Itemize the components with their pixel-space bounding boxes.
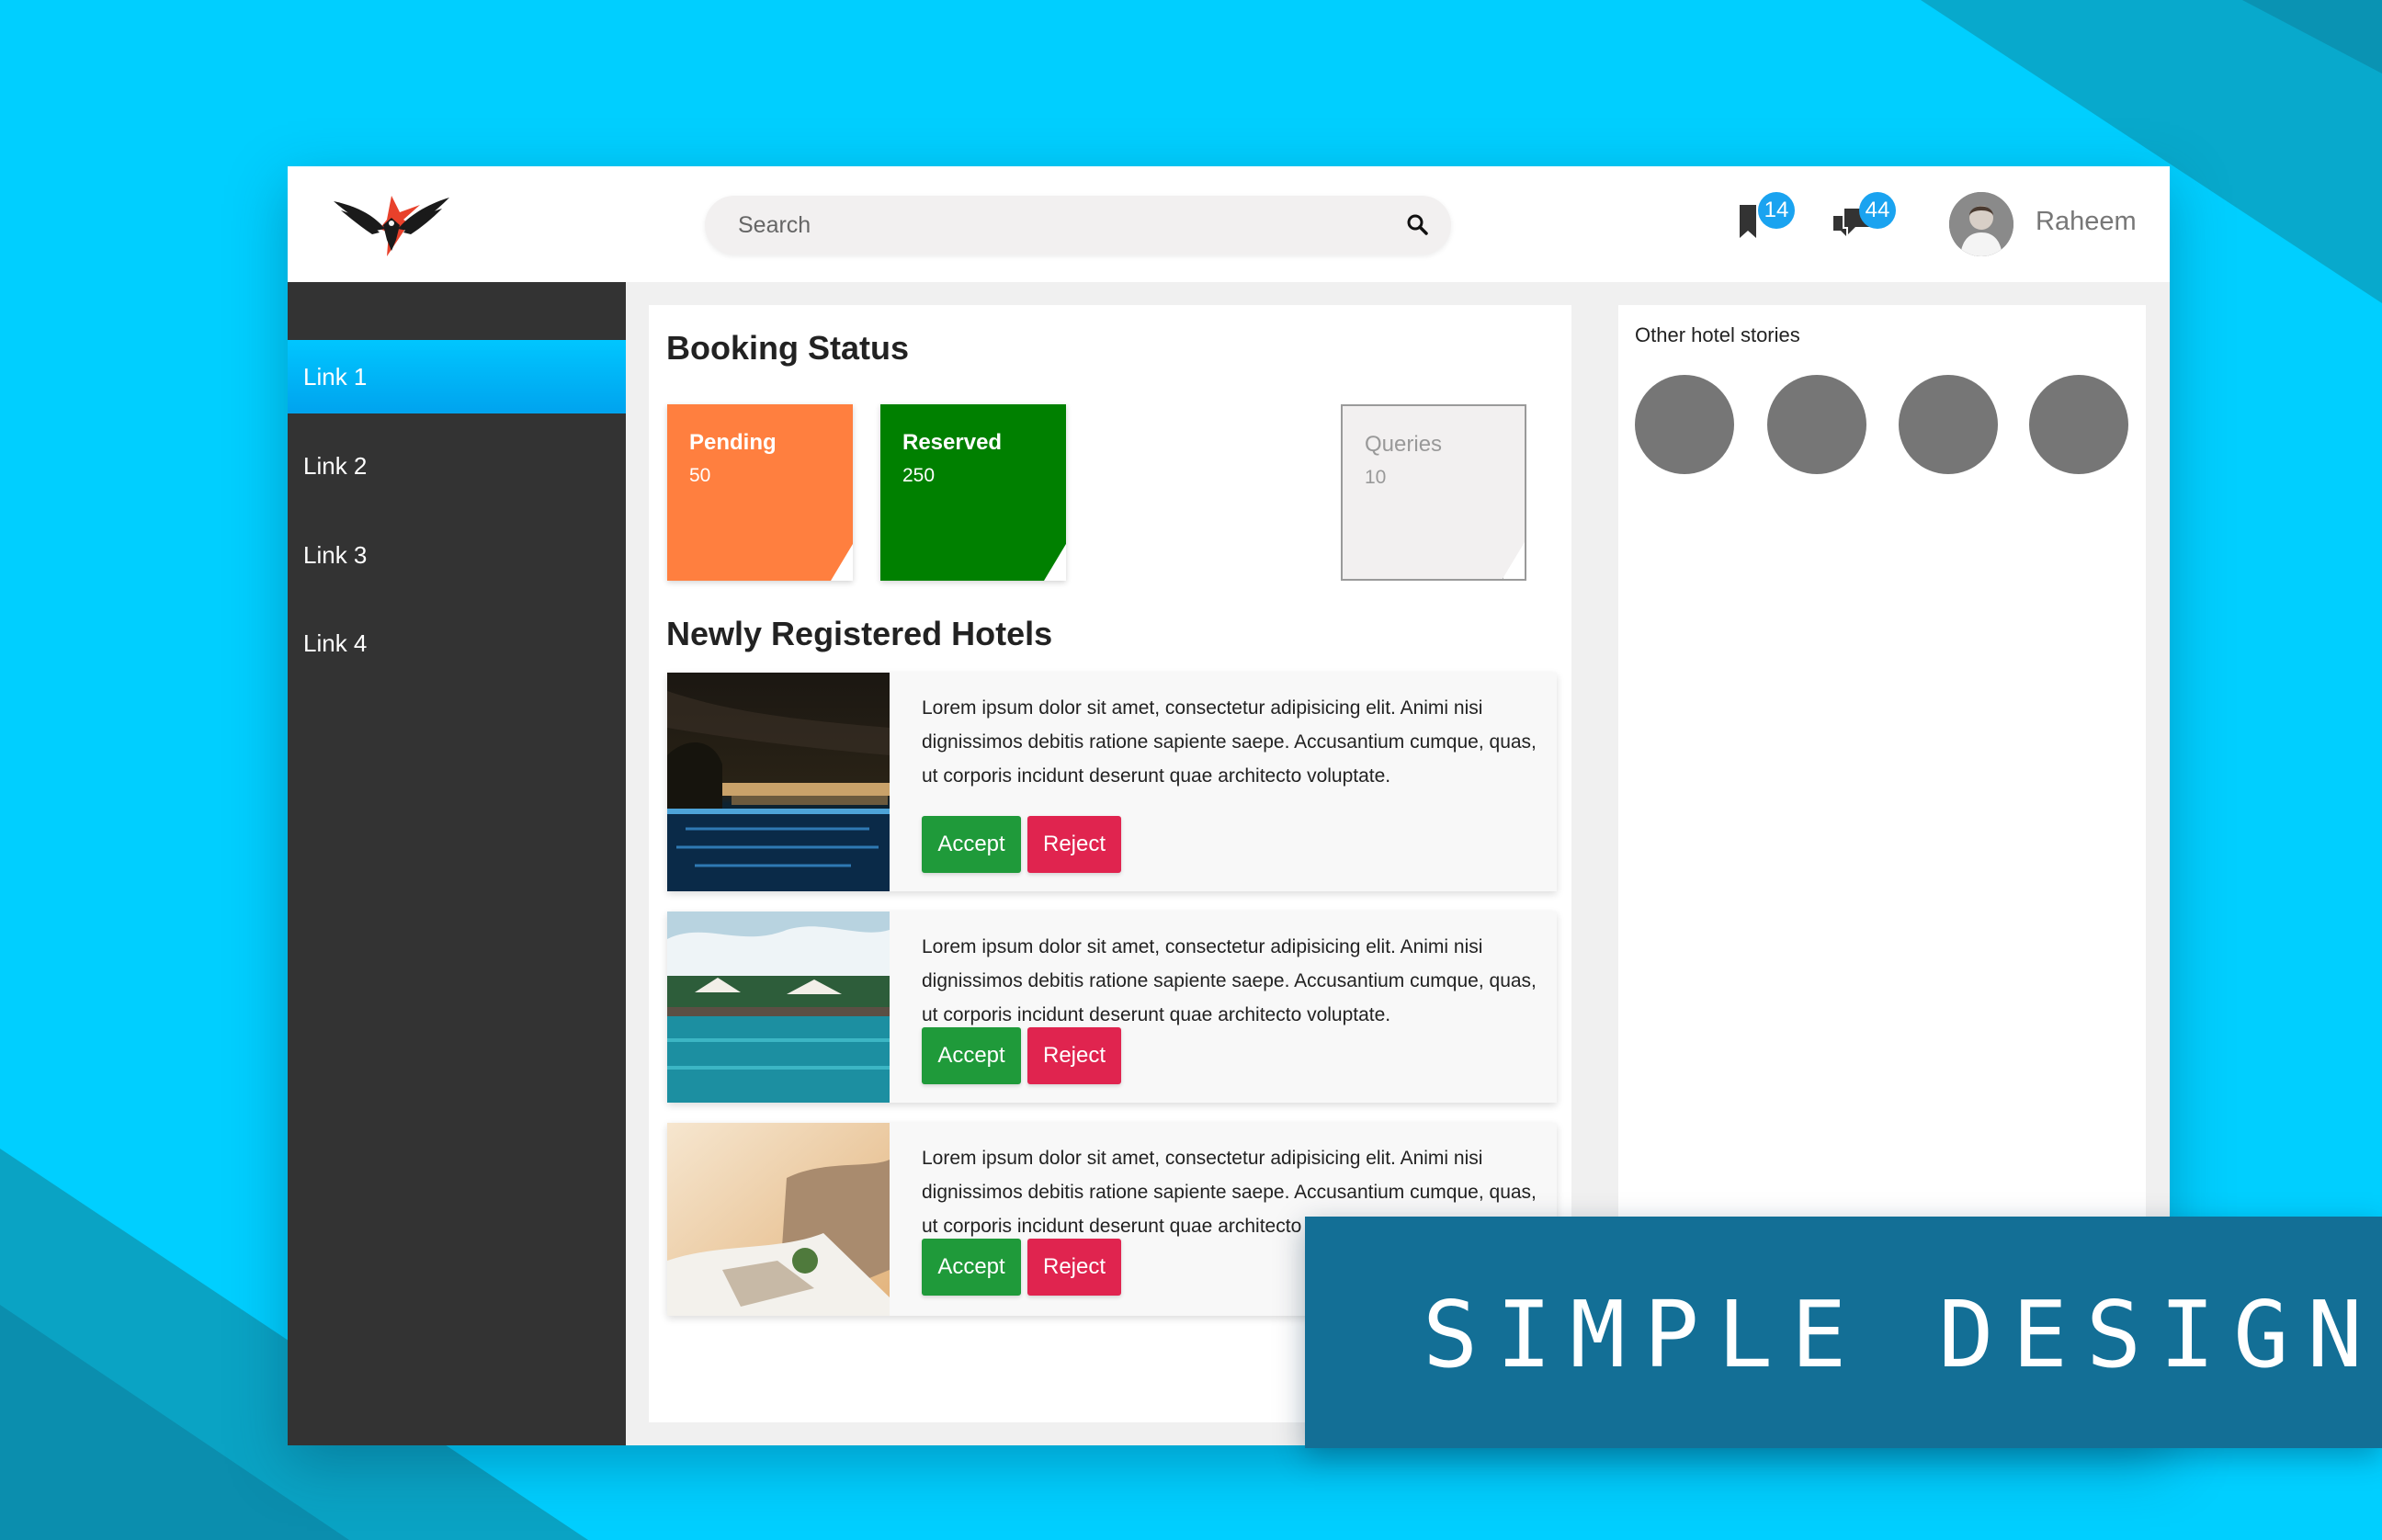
card-value: 10 [1365,467,1387,488]
story-avatar[interactable] [1635,375,1734,474]
pending-card[interactable]: Pending 50 [667,404,853,581]
newly-registered-hotels-title: Newly Registered Hotels [666,615,1053,652]
eagle-logo-icon[interactable] [332,192,451,258]
hotel-image [667,1123,890,1316]
sidebar-item-link-3[interactable]: Link 3 [288,518,626,592]
message-count-badge: 44 [1859,192,1896,229]
hotel-description: Lorem ipsum dolor sit amet, consectetur … [922,936,1537,1025]
sidebar-item-label: Link 1 [303,363,368,391]
reject-button[interactable]: Reject [1027,1027,1121,1084]
story-avatar[interactable] [2029,375,2128,474]
accept-button[interactable]: Accept [922,1027,1021,1084]
booking-status-title: Booking Status [666,329,910,367]
search-input[interactable] [738,196,1381,255]
user-name[interactable]: Raheem [2036,207,2137,237]
hotel-image [667,673,890,891]
sidebar-item-link-2[interactable]: Link 2 [288,429,626,503]
avatar[interactable] [1949,192,2013,256]
accept-button[interactable]: Accept [922,816,1021,873]
hotel-description: Lorem ipsum dolor sit amet, consectetur … [922,697,1537,787]
bookmarks-button[interactable]: 14 [1730,192,1795,249]
story-avatar[interactable] [1767,375,1866,474]
card-label: Reserved [902,430,1003,455]
sidebar: Link 1 Link 2 Link 3 Link 4 [288,282,626,1445]
card-value: 50 [689,465,711,486]
sidebar-item-label: Link 4 [303,629,368,657]
queries-card[interactable]: Queries 10 [1341,404,1526,581]
card-value: 250 [902,465,936,486]
story-avatar[interactable] [1899,375,1998,474]
bookmark-count-badge: 14 [1758,192,1795,229]
reserved-card[interactable]: Reserved 250 [880,404,1066,581]
banner-title: SIMPLE DESIGN [1423,1281,2381,1388]
page-fold [1044,544,1066,581]
promo-banner: SIMPLE DESIGN [1305,1217,2382,1448]
page-fold [831,544,853,581]
sidebar-item-label: Link 3 [303,541,368,569]
top-bar: 14 44 Raheem [288,166,2170,282]
hotel-list-item: Lorem ipsum dolor sit amet, consectetur … [667,912,1557,1103]
sidebar-item-link-1[interactable]: Link 1 [288,340,626,413]
card-label: Queries [1365,432,1443,457]
search-icon[interactable] [1405,212,1431,238]
hotel-list-item: Lorem ipsum dolor sit amet, consectetur … [667,673,1557,891]
hotel-image [667,912,890,1103]
accept-button[interactable]: Accept [922,1239,1021,1296]
stories-title: Other hotel stories [1635,323,1800,346]
reject-button[interactable]: Reject [1027,816,1121,873]
card-label: Pending [689,430,777,455]
messages-button[interactable]: 44 [1830,192,1896,249]
reject-button[interactable]: Reject [1027,1239,1121,1296]
search-bar [705,196,1451,255]
sidebar-item-link-4[interactable]: Link 4 [288,606,626,680]
sidebar-item-label: Link 2 [303,452,368,480]
page-fold [1503,542,1525,579]
